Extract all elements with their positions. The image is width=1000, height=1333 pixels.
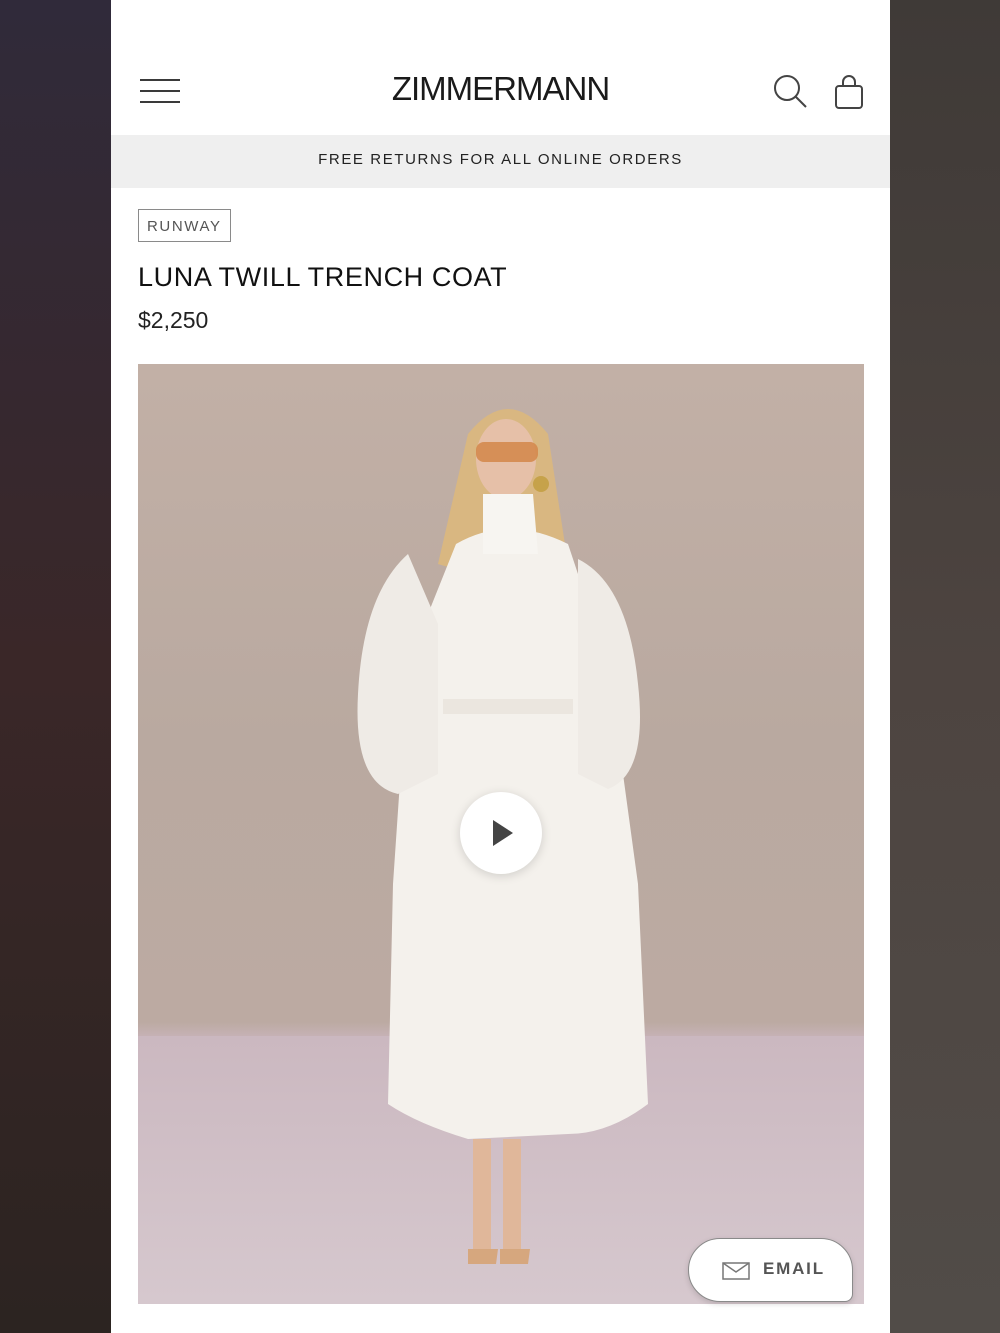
product-title: LUNA TWILL TRENCH COAT xyxy=(138,262,508,292)
email-button-label: EMAIL xyxy=(763,1259,825,1278)
runway-badge: RUNWAY xyxy=(138,209,231,242)
product-price: $2,250 xyxy=(138,307,209,333)
play-icon xyxy=(493,820,513,846)
promo-banner: FREE RETURNS FOR ALL ONLINE ORDERS xyxy=(111,135,890,188)
shopping-bag-icon[interactable] xyxy=(831,72,867,112)
product-video[interactable] xyxy=(138,364,864,1304)
background-left xyxy=(0,0,111,1333)
mail-icon xyxy=(722,1262,750,1280)
mobile-page: ZIMMERMANN FREE RETURNS FOR ALL ONLINE O… xyxy=(111,0,890,1333)
search-icon[interactable] xyxy=(771,72,811,112)
email-button[interactable]: EMAIL xyxy=(688,1238,853,1302)
site-header: ZIMMERMANN xyxy=(111,48,890,134)
play-button[interactable] xyxy=(460,792,542,874)
background-right xyxy=(890,0,1000,1333)
